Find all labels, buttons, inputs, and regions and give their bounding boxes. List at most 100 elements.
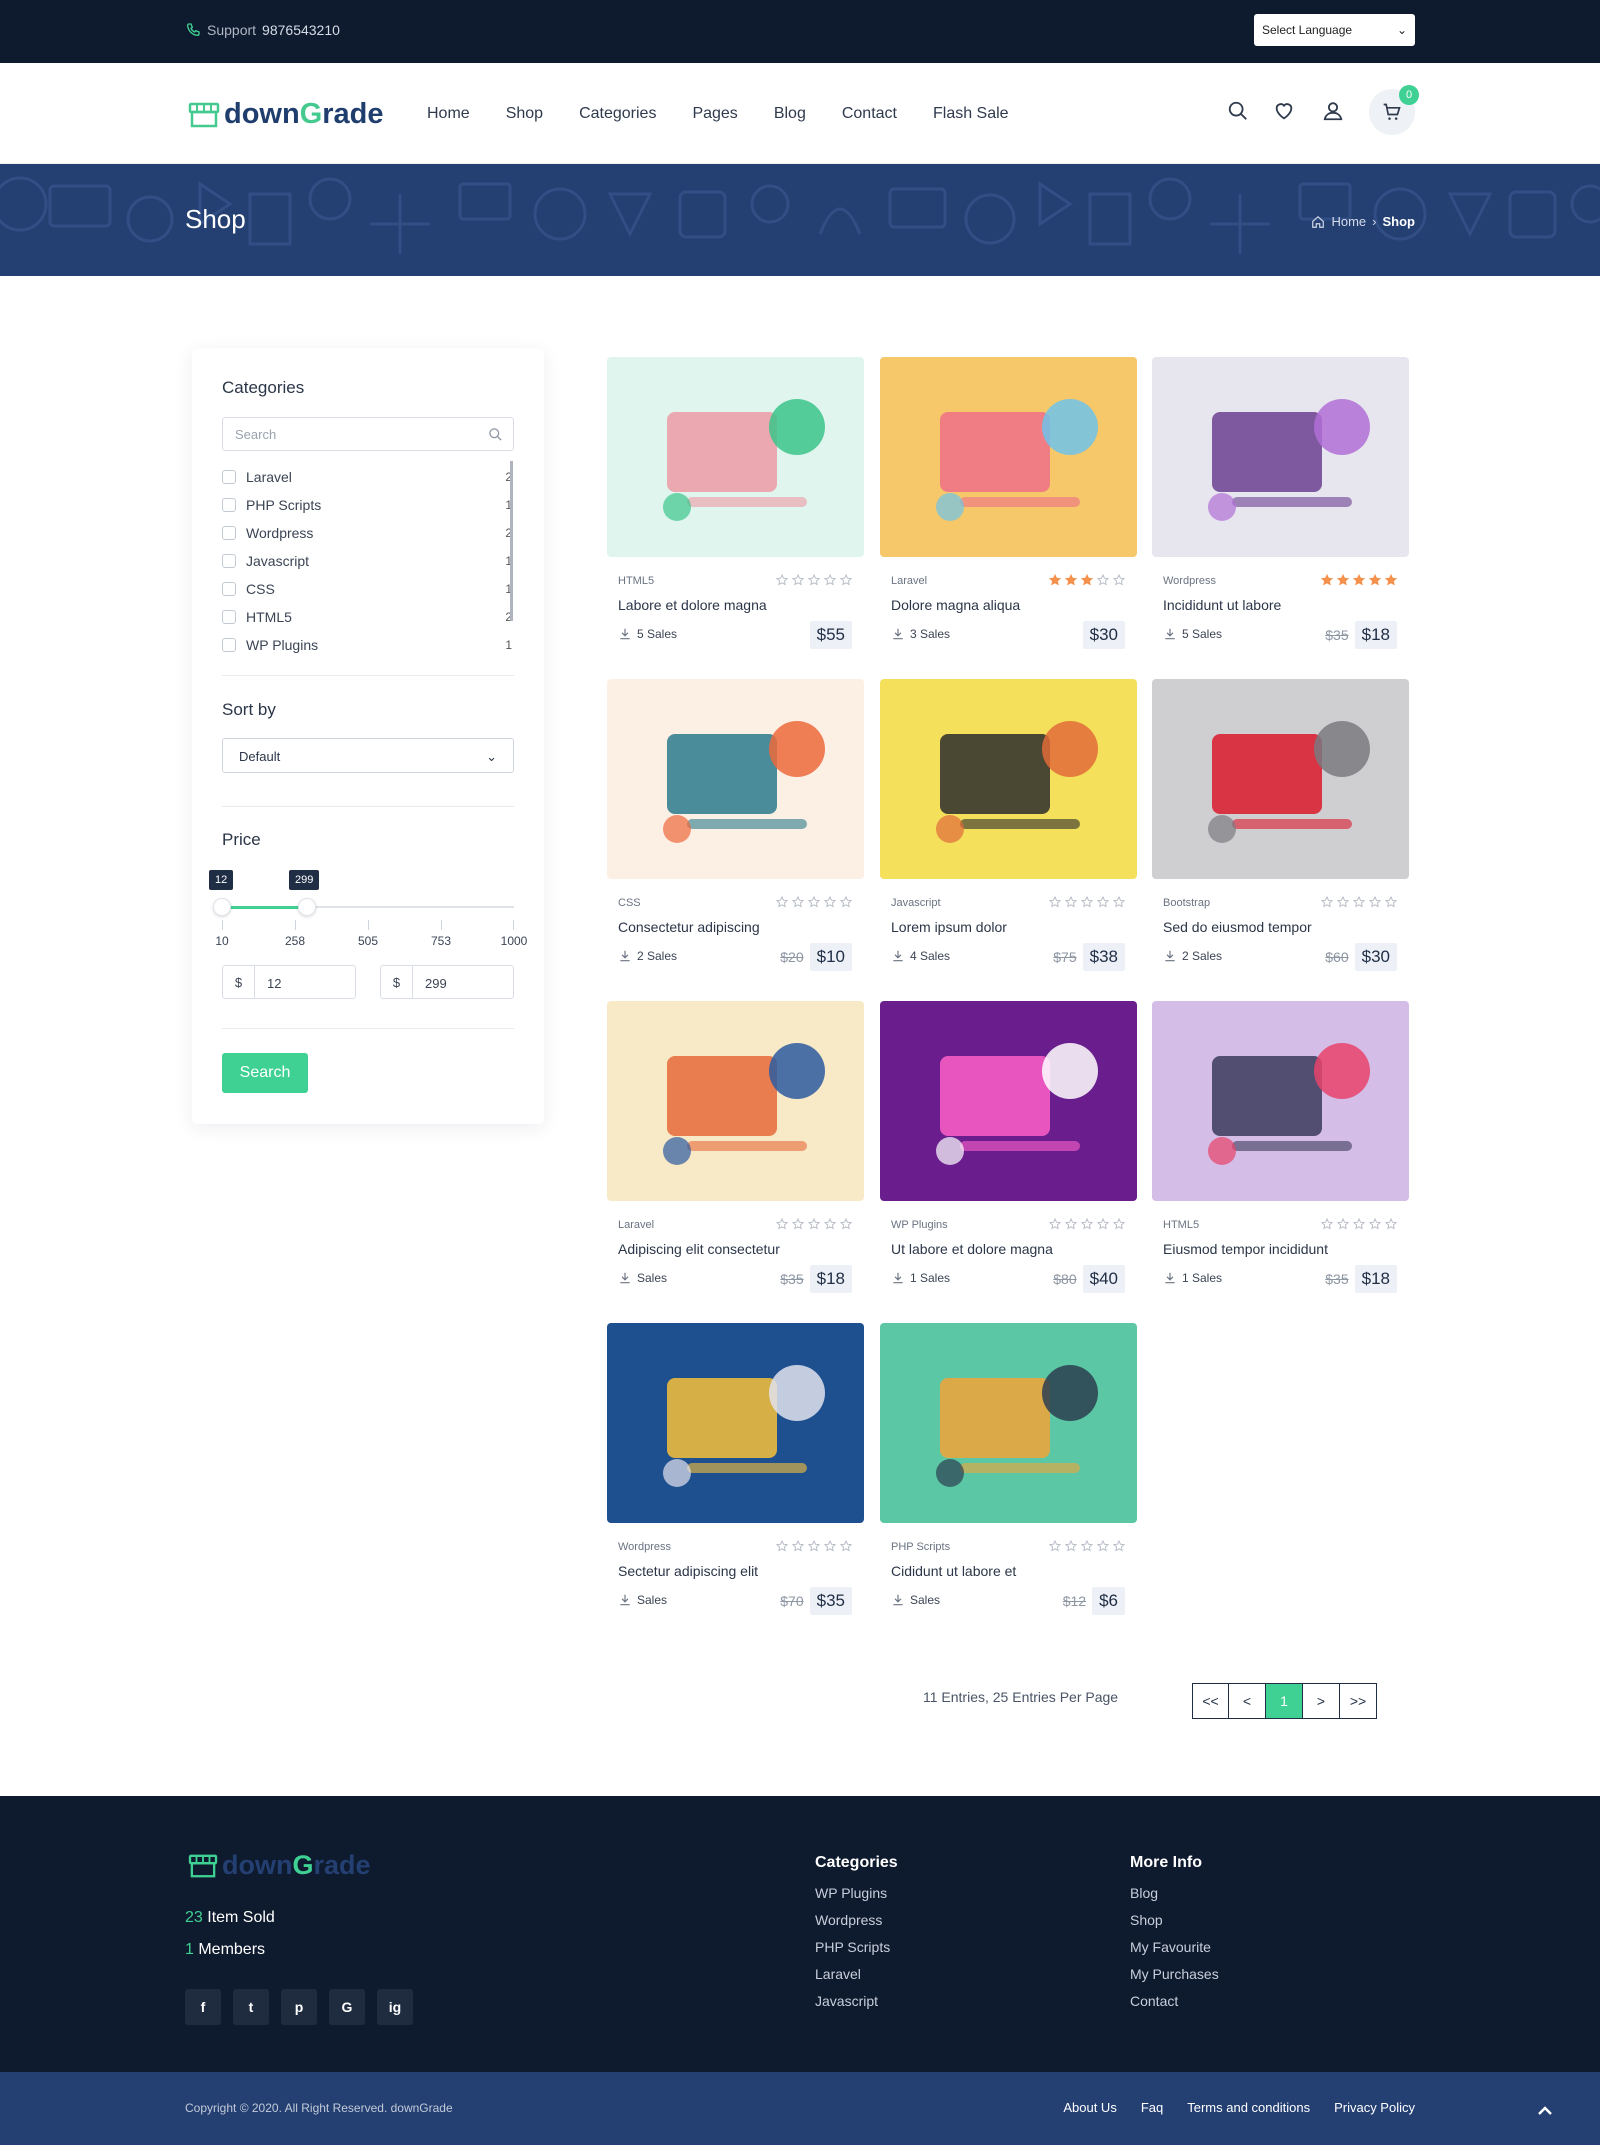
- star-icon[interactable]: [807, 1539, 821, 1557]
- product-image[interactable]: [1152, 357, 1409, 557]
- twitter-icon[interactable]: t: [233, 1989, 269, 2025]
- product-image[interactable]: [880, 1001, 1137, 1201]
- product-card[interactable]: Laravel Dolore magna aliqua 3 Sales $30: [880, 357, 1137, 659]
- star-icon[interactable]: [1112, 1539, 1126, 1557]
- product-category[interactable]: Bootstrap: [1163, 897, 1210, 909]
- breadcrumb-home[interactable]: Home: [1331, 214, 1366, 229]
- category-item[interactable]: HTML5 2: [222, 603, 512, 631]
- product-title[interactable]: Incididunt ut labore: [1163, 597, 1281, 613]
- page-1-button[interactable]: 1: [1266, 1683, 1303, 1719]
- star-icon[interactable]: [1064, 573, 1078, 591]
- product-category[interactable]: HTML5: [618, 575, 654, 587]
- star-icon[interactable]: [775, 1539, 789, 1557]
- category-item[interactable]: Javascript 1: [222, 547, 512, 575]
- star-icon[interactable]: [1048, 895, 1062, 913]
- support-phone[interactable]: 9876543210: [262, 22, 340, 38]
- footer-link[interactable]: Laravel: [815, 1966, 898, 1993]
- product-card[interactable]: Laravel Adipiscing elit consectetur Sale…: [607, 1001, 864, 1303]
- product-title[interactable]: Dolore magna aliqua: [891, 597, 1020, 613]
- search-button[interactable]: Search: [222, 1053, 308, 1093]
- star-icon[interactable]: [1080, 1539, 1094, 1557]
- footer-link[interactable]: Wordpress: [815, 1912, 898, 1939]
- product-title[interactable]: Eiusmod tempor incididunt: [1163, 1241, 1328, 1257]
- product-card[interactable]: HTML5 Labore et dolore magna 5 Sales $55: [607, 357, 864, 659]
- category-item[interactable]: CSS 1: [222, 575, 512, 603]
- star-icon[interactable]: [791, 1217, 805, 1235]
- product-category[interactable]: Javascript: [891, 897, 941, 909]
- star-icon[interactable]: [823, 573, 837, 591]
- prev-page-button[interactable]: <: [1229, 1683, 1266, 1719]
- product-image[interactable]: [880, 679, 1137, 879]
- star-icon[interactable]: [1064, 1217, 1078, 1235]
- product-image[interactable]: [607, 679, 864, 879]
- product-image[interactable]: [607, 1323, 864, 1523]
- search-icon[interactable]: [1227, 100, 1249, 122]
- checkbox[interactable]: [222, 498, 236, 512]
- star-icon[interactable]: [1320, 573, 1334, 591]
- product-image[interactable]: [1152, 1001, 1409, 1201]
- star-icon[interactable]: [823, 1217, 837, 1235]
- nav-pages[interactable]: Pages: [692, 105, 737, 123]
- footer-logo[interactable]: downGrade: [188, 1850, 371, 1881]
- terms-link[interactable]: Terms and conditions: [1187, 2100, 1310, 2115]
- product-card[interactable]: CSS Consectetur adipiscing 2 Sales $20 $…: [607, 679, 864, 981]
- language-select[interactable]: Select Language ⌄: [1254, 14, 1415, 46]
- star-icon[interactable]: [1352, 895, 1366, 913]
- star-icon[interactable]: [1336, 573, 1350, 591]
- star-icon[interactable]: [1048, 1539, 1062, 1557]
- heart-icon[interactable]: [1273, 100, 1295, 122]
- product-category[interactable]: Wordpress: [1163, 575, 1216, 587]
- logo[interactable]: downGrade: [188, 98, 384, 131]
- google-icon[interactable]: G: [329, 1989, 365, 2025]
- star-icon[interactable]: [1320, 895, 1334, 913]
- star-icon[interactable]: [1096, 1539, 1110, 1557]
- star-icon[interactable]: [1080, 1217, 1094, 1235]
- user-icon[interactable]: [1322, 100, 1344, 122]
- star-icon[interactable]: [839, 895, 853, 913]
- star-icon[interactable]: [1096, 895, 1110, 913]
- price-max-handle[interactable]: [298, 898, 316, 916]
- checkbox[interactable]: [222, 470, 236, 484]
- footer-link[interactable]: Javascript: [815, 1993, 898, 2020]
- instagram-icon[interactable]: ig: [377, 1989, 413, 2025]
- product-title[interactable]: Ut labore et dolore magna: [891, 1241, 1053, 1257]
- product-card[interactable]: Bootstrap Sed do eiusmod tempor 2 Sales …: [1152, 679, 1409, 981]
- checkbox[interactable]: [222, 610, 236, 624]
- product-title[interactable]: Lorem ipsum dolor: [891, 919, 1007, 935]
- footer-link[interactable]: Shop: [1130, 1912, 1219, 1939]
- search-icon[interactable]: [488, 427, 503, 442]
- star-icon[interactable]: [1336, 895, 1350, 913]
- product-category[interactable]: PHP Scripts: [891, 1541, 950, 1553]
- about-link[interactable]: About Us: [1063, 2100, 1116, 2115]
- star-icon[interactable]: [1064, 895, 1078, 913]
- product-card[interactable]: WP Plugins Ut labore et dolore magna 1 S…: [880, 1001, 1137, 1303]
- product-card[interactable]: Wordpress Sectetur adipiscing elit Sales…: [607, 1323, 864, 1625]
- product-image[interactable]: [880, 357, 1137, 557]
- star-icon[interactable]: [791, 573, 805, 591]
- product-category[interactable]: WP Plugins: [891, 1219, 948, 1231]
- nav-contact[interactable]: Contact: [842, 105, 897, 123]
- checkbox[interactable]: [222, 526, 236, 540]
- product-title[interactable]: Sectetur adipiscing elit: [618, 1563, 758, 1579]
- star-icon[interactable]: [775, 1217, 789, 1235]
- checkbox[interactable]: [222, 638, 236, 652]
- star-icon[interactable]: [839, 1539, 853, 1557]
- product-category[interactable]: Laravel: [618, 1219, 654, 1231]
- star-icon[interactable]: [1320, 1217, 1334, 1235]
- product-image[interactable]: [1152, 679, 1409, 879]
- price-min-input[interactable]: $12: [222, 965, 356, 999]
- first-page-button[interactable]: <<: [1192, 1683, 1229, 1719]
- star-icon[interactable]: [823, 895, 837, 913]
- product-category[interactable]: Wordpress: [618, 1541, 671, 1553]
- star-icon[interactable]: [791, 895, 805, 913]
- product-image[interactable]: [607, 1001, 864, 1201]
- nav-blog[interactable]: Blog: [774, 105, 806, 123]
- star-icon[interactable]: [823, 1539, 837, 1557]
- star-icon[interactable]: [1080, 895, 1094, 913]
- product-category[interactable]: Laravel: [891, 575, 927, 587]
- star-icon[interactable]: [1352, 1217, 1366, 1235]
- star-icon[interactable]: [807, 895, 821, 913]
- price-max-input[interactable]: $299: [380, 965, 514, 999]
- star-icon[interactable]: [1336, 1217, 1350, 1235]
- star-icon[interactable]: [1096, 1217, 1110, 1235]
